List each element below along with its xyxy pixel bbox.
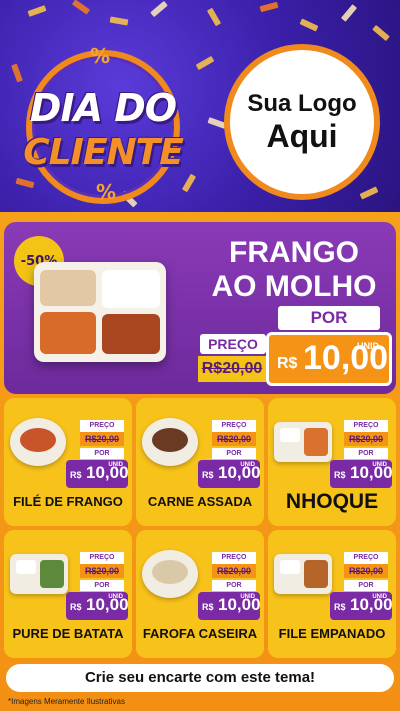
price-value: 10,00: [350, 463, 393, 482]
product-card[interactable]: PREÇO R$20,00 POR UNID R$ 10,00 FAROFA C…: [136, 530, 264, 658]
product-name: FAROFA CASEIRA: [142, 626, 258, 641]
currency-label: R$: [202, 602, 214, 612]
food-plate-image: [142, 550, 198, 598]
old-price: R$20,00: [344, 432, 388, 446]
price-value: 10,00: [303, 339, 389, 377]
por-label: POR: [80, 448, 124, 459]
por-label: POR: [80, 580, 124, 591]
price-tag: UNID R$ 10,00: [66, 592, 129, 620]
logo-text-line1: Sua Logo: [247, 89, 357, 117]
currency-label: R$: [202, 470, 214, 480]
logo-placeholder[interactable]: Sua Logo Aqui: [224, 44, 380, 200]
badge-title-line1: DIA DO: [29, 86, 177, 130]
currency-label: R$: [334, 470, 346, 480]
price-value: 10,00: [86, 463, 129, 482]
old-price: R$20,00: [80, 432, 124, 446]
price-tag: UNID R$ 10,00: [198, 460, 261, 488]
preco-label: PREÇO: [344, 552, 388, 564]
create-flyer-button[interactable]: Crie seu encarte com este tema!: [6, 664, 394, 692]
product-name: NHOQUE: [285, 490, 379, 513]
food-tray-image: [34, 262, 166, 362]
currency-label: R$: [70, 602, 82, 612]
price-value: 10,00: [218, 595, 261, 614]
food-tray-image: [274, 422, 332, 462]
disclaimer-text: *Imagens Meramente Ilustrativas: [8, 697, 125, 706]
featured-old-price: R$20,00: [198, 356, 266, 382]
badge-title-line2: CLIENTE: [23, 132, 184, 173]
price-value: 10,00: [350, 595, 393, 614]
featured-por-label: POR: [278, 306, 380, 330]
price-value: 10,00: [86, 595, 129, 614]
product-name: PURE DE BATATA: [12, 626, 124, 641]
price-tag: UNID R$ 10,00: [330, 460, 393, 488]
product-card[interactable]: PREÇO R$20,00 POR UNID R$ 10,00 CARNE AS…: [136, 398, 264, 526]
percent-icon: %: [96, 180, 117, 204]
por-label: POR: [344, 448, 388, 459]
percent-icon: %: [90, 44, 111, 68]
dia-do-cliente-badge: % % DIA DO CLIENTE: [18, 42, 188, 212]
featured-title-line2: AO MOLHO: [211, 270, 377, 303]
price-tag: UNID R$ 10,00: [330, 592, 393, 620]
product-card[interactable]: PREÇO R$20,00 POR UNID R$ 10,00 FILE EMP…: [268, 530, 396, 658]
food-tray-image: [10, 554, 68, 594]
old-price: R$20,00: [80, 564, 124, 578]
currency-label: R$: [70, 470, 82, 480]
preco-label: PREÇO: [80, 420, 124, 432]
product-card[interactable]: PREÇO R$20,00 POR UNID R$ 10,00 PURE DE …: [4, 530, 132, 658]
currency-label: R$: [277, 355, 298, 372]
preco-label: PREÇO: [344, 420, 388, 432]
logo-text-line2: Aqui: [266, 117, 338, 154]
price-tag: UNID R$ 10,00: [66, 460, 129, 488]
food-tray-image: [274, 554, 332, 594]
product-name: FILE EMPANADO: [278, 626, 386, 641]
preco-label: PREÇO: [80, 552, 124, 564]
price-value: 10,00: [218, 463, 261, 482]
featured-new-price: UNID R$ 10,00: [266, 332, 392, 386]
product-name: CARNE ASSADA: [147, 494, 253, 509]
featured-preco-label: PREÇO: [200, 334, 266, 354]
old-price: R$20,00: [212, 564, 256, 578]
por-label: POR: [212, 448, 256, 459]
product-name: FILÉ DE FRANGO: [13, 494, 123, 509]
food-plate-image: [10, 418, 66, 466]
preco-label: PREÇO: [212, 420, 256, 432]
por-label: POR: [344, 580, 388, 591]
old-price: R$20,00: [212, 432, 256, 446]
preco-label: PREÇO: [212, 552, 256, 564]
featured-title: FRANGO AO MOLHO: [194, 236, 394, 304]
product-card[interactable]: PREÇO R$20,00 POR UNID R$ 10,00 NHOQUE: [268, 398, 396, 526]
product-card[interactable]: PREÇO R$20,00 POR UNID R$ 10,00 FILÉ DE …: [4, 398, 132, 526]
header-banner: % % DIA DO CLIENTE Sua Logo Aqui: [0, 0, 400, 212]
currency-label: R$: [334, 602, 346, 612]
food-plate-image: [142, 418, 198, 466]
featured-title-line1: FRANGO: [229, 236, 359, 269]
old-price: R$20,00: [344, 564, 388, 578]
por-label: POR: [212, 580, 256, 591]
price-tag: UNID R$ 10,00: [198, 592, 261, 620]
